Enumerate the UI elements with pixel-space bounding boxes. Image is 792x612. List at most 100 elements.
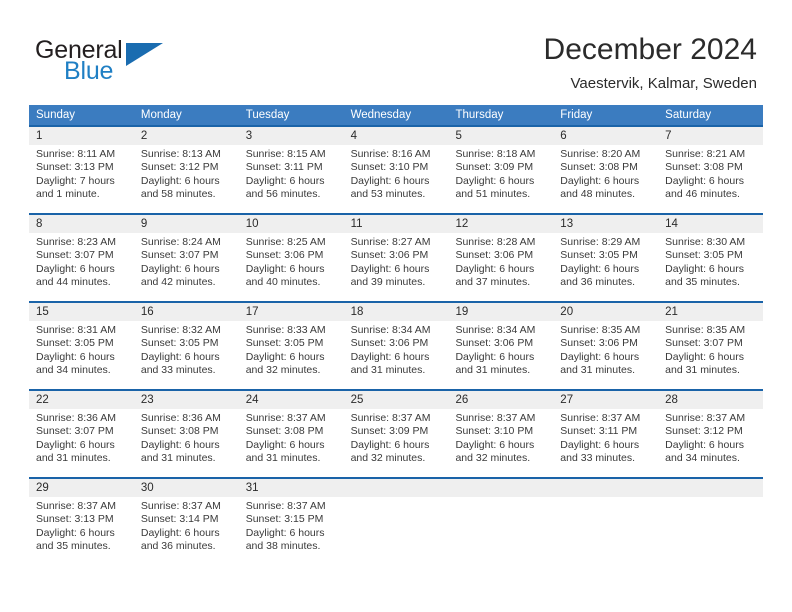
daylight-text-line1: Daylight: 6 hours — [560, 174, 640, 187]
sunset-text: Sunset: 3:11 PM — [560, 425, 638, 438]
daylight-text-line2: and 31 minutes. — [36, 452, 111, 465]
day-cell[interactable]: 17 Sunrise: 8:33 AM Sunset: 3:05 PM Dayl… — [239, 303, 344, 389]
day-number: 12 — [455, 218, 469, 230]
day-cell[interactable]: 18 Sunrise: 8:34 AM Sunset: 3:06 PM Dayl… — [344, 303, 449, 389]
daylight-text-line2: and 31 minutes. — [455, 364, 531, 377]
sunrise-text: Sunrise: 8:35 AM — [665, 324, 746, 336]
day-number: 1 — [36, 130, 43, 142]
sunrise-text: Sunrise: 8:37 AM — [455, 412, 536, 424]
general-blue-logo[interactable]: General Blue — [35, 36, 195, 88]
daylight-text-line2: and 1 minute. — [36, 188, 100, 201]
day-cell[interactable]: 20 Sunrise: 8:35 AM Sunset: 3:06 PM Dayl… — [553, 303, 658, 389]
day-cell[interactable]: 11 Sunrise: 8:27 AM Sunset: 3:06 PM Dayl… — [344, 215, 449, 301]
day-cell[interactable]: 3 Sunrise: 8:15 AM Sunset: 3:11 PM Dayli… — [239, 127, 344, 213]
day-cell[interactable]: 27 Sunrise: 8:37 AM Sunset: 3:11 PM Dayl… — [553, 391, 658, 477]
sunrise-text: Sunrise: 8:18 AM — [455, 148, 536, 160]
calendar-page: General Blue December 2024 Vaestervik, K… — [0, 0, 792, 612]
day-cell[interactable]: 29 Sunrise: 8:37 AM Sunset: 3:13 PM Dayl… — [29, 479, 134, 565]
daylight-text-line1: Daylight: 6 hours — [140, 438, 220, 451]
day-cell[interactable]: 13 Sunrise: 8:29 AM Sunset: 3:05 PM Dayl… — [553, 215, 658, 301]
day-cell[interactable]: 31 Sunrise: 8:37 AM Sunset: 3:15 PM Dayl… — [239, 479, 344, 565]
day-cell[interactable]: 14 Sunrise: 8:30 AM Sunset: 3:05 PM Dayl… — [658, 215, 763, 301]
day-cell[interactable]: 10 Sunrise: 8:25 AM Sunset: 3:06 PM Dayl… — [239, 215, 344, 301]
daylight-text-line1: Daylight: 6 hours — [350, 350, 430, 363]
week-row: 8 Sunrise: 8:23 AM Sunset: 3:07 PM Dayli… — [29, 213, 763, 301]
sunrise-text: Sunrise: 8:29 AM — [560, 236, 641, 248]
day-cell[interactable]: 12 Sunrise: 8:28 AM Sunset: 3:06 PM Dayl… — [448, 215, 553, 301]
week-row: 15 Sunrise: 8:31 AM Sunset: 3:05 PM Dayl… — [29, 301, 763, 389]
day-cell[interactable] — [553, 479, 658, 565]
day-cell[interactable]: 15 Sunrise: 8:31 AM Sunset: 3:05 PM Dayl… — [29, 303, 134, 389]
day-cell[interactable]: 2 Sunrise: 8:13 AM Sunset: 3:12 PM Dayli… — [134, 127, 239, 213]
day-number: 19 — [455, 306, 469, 318]
sunrise-text: Sunrise: 8:37 AM — [245, 412, 326, 424]
day-cell[interactable]: 25 Sunrise: 8:37 AM Sunset: 3:09 PM Dayl… — [344, 391, 449, 477]
day-cell[interactable]: 9 Sunrise: 8:24 AM Sunset: 3:07 PM Dayli… — [134, 215, 239, 301]
logo-text-blue: Blue — [64, 57, 114, 85]
daylight-text-line1: Daylight: 6 hours — [350, 174, 430, 187]
weekday-header-friday: Friday — [560, 109, 593, 121]
day-cell[interactable]: 23 Sunrise: 8:36 AM Sunset: 3:08 PM Dayl… — [134, 391, 239, 477]
day-cell[interactable] — [344, 479, 449, 565]
day-number: 22 — [36, 394, 49, 406]
daylight-text-line2: and 40 minutes. — [245, 276, 321, 289]
sunset-text: Sunset: 3:08 PM — [665, 161, 743, 174]
sunset-text: Sunset: 3:08 PM — [140, 425, 219, 438]
sunset-text: Sunset: 3:06 PM — [350, 249, 429, 262]
daylight-text-line2: and 35 minutes. — [36, 540, 111, 553]
day-cell[interactable]: 6 Sunrise: 8:20 AM Sunset: 3:08 PM Dayli… — [553, 127, 658, 213]
day-cell[interactable]: 21 Sunrise: 8:35 AM Sunset: 3:07 PM Dayl… — [658, 303, 763, 389]
day-cell[interactable]: 22 Sunrise: 8:36 AM Sunset: 3:07 PM Dayl… — [29, 391, 134, 477]
daylight-text-line1: Daylight: 6 hours — [665, 174, 744, 187]
day-cell[interactable]: 16 Sunrise: 8:32 AM Sunset: 3:05 PM Dayl… — [134, 303, 239, 389]
day-cell[interactable]: 1 Sunrise: 8:11 AM Sunset: 3:13 PM Dayli… — [29, 127, 134, 213]
week-row: 22 Sunrise: 8:36 AM Sunset: 3:07 PM Dayl… — [29, 389, 763, 477]
daylight-text-line1: Daylight: 6 hours — [455, 262, 535, 275]
day-number — [351, 479, 442, 497]
day-cell[interactable]: 30 Sunrise: 8:37 AM Sunset: 3:14 PM Dayl… — [134, 479, 239, 565]
day-cell[interactable]: 26 Sunrise: 8:37 AM Sunset: 3:10 PM Dayl… — [448, 391, 553, 477]
day-cell[interactable]: 5 Sunrise: 8:18 AM Sunset: 3:09 PM Dayli… — [448, 127, 553, 213]
sunset-text: Sunset: 3:08 PM — [560, 161, 638, 174]
daylight-text-line1: Daylight: 6 hours — [140, 350, 220, 363]
daylight-text-line1: Daylight: 6 hours — [665, 438, 744, 451]
daylight-text-line1: Daylight: 6 hours — [665, 350, 744, 363]
day-cell[interactable]: 8 Sunrise: 8:23 AM Sunset: 3:07 PM Dayli… — [29, 215, 134, 301]
day-cell[interactable]: 24 Sunrise: 8:37 AM Sunset: 3:08 PM Dayl… — [239, 391, 344, 477]
day-number: 8 — [36, 218, 43, 230]
day-cell[interactable]: 19 Sunrise: 8:34 AM Sunset: 3:06 PM Dayl… — [448, 303, 553, 389]
day-number: 23 — [140, 394, 154, 406]
sunset-text: Sunset: 3:08 PM — [245, 425, 324, 438]
sunset-text: Sunset: 3:09 PM — [455, 161, 534, 174]
daylight-text-line1: Daylight: 6 hours — [560, 262, 640, 275]
sunset-text: Sunset: 3:13 PM — [36, 513, 114, 526]
day-cell[interactable] — [658, 479, 763, 565]
day-cell[interactable]: 4 Sunrise: 8:16 AM Sunset: 3:10 PM Dayli… — [344, 127, 449, 213]
sunrise-text: Sunrise: 8:36 AM — [140, 412, 221, 424]
sunrise-text: Sunrise: 8:25 AM — [245, 236, 326, 248]
weekday-header-sunday: Sunday — [36, 109, 76, 121]
sunset-text: Sunset: 3:09 PM — [350, 425, 429, 438]
day-cell[interactable]: 7 Sunrise: 8:21 AM Sunset: 3:08 PM Dayli… — [658, 127, 763, 213]
daylight-text-line2: and 46 minutes. — [665, 188, 740, 201]
sunset-text: Sunset: 3:07 PM — [36, 249, 114, 262]
weekday-header-tuesday: Tuesday — [245, 109, 290, 121]
day-number — [665, 479, 756, 497]
day-number: 2 — [140, 130, 148, 142]
daylight-text-line2: and 31 minutes. — [140, 452, 216, 465]
daylight-text-line1: Daylight: 6 hours — [455, 350, 535, 363]
sunrise-text: Sunrise: 8:23 AM — [36, 236, 116, 248]
day-number: 16 — [140, 306, 154, 318]
weekday-header-monday: Monday — [140, 109, 182, 121]
day-number — [560, 479, 651, 497]
day-cell[interactable] — [448, 479, 553, 565]
daylight-text-line1: Daylight: 6 hours — [36, 262, 115, 275]
day-cell[interactable]: 28 Sunrise: 8:37 AM Sunset: 3:12 PM Dayl… — [658, 391, 763, 477]
daylight-text-line2: and 34 minutes. — [665, 452, 740, 465]
daylight-text-line2: and 51 minutes. — [455, 188, 531, 201]
week-row: 1 Sunrise: 8:11 AM Sunset: 3:13 PM Dayli… — [29, 125, 763, 213]
sunrise-text: Sunrise: 8:21 AM — [665, 148, 746, 160]
daylight-text-line1: Daylight: 6 hours — [455, 438, 535, 451]
sunrise-text: Sunrise: 8:37 AM — [665, 412, 746, 424]
sunrise-text: Sunrise: 8:33 AM — [245, 324, 326, 336]
